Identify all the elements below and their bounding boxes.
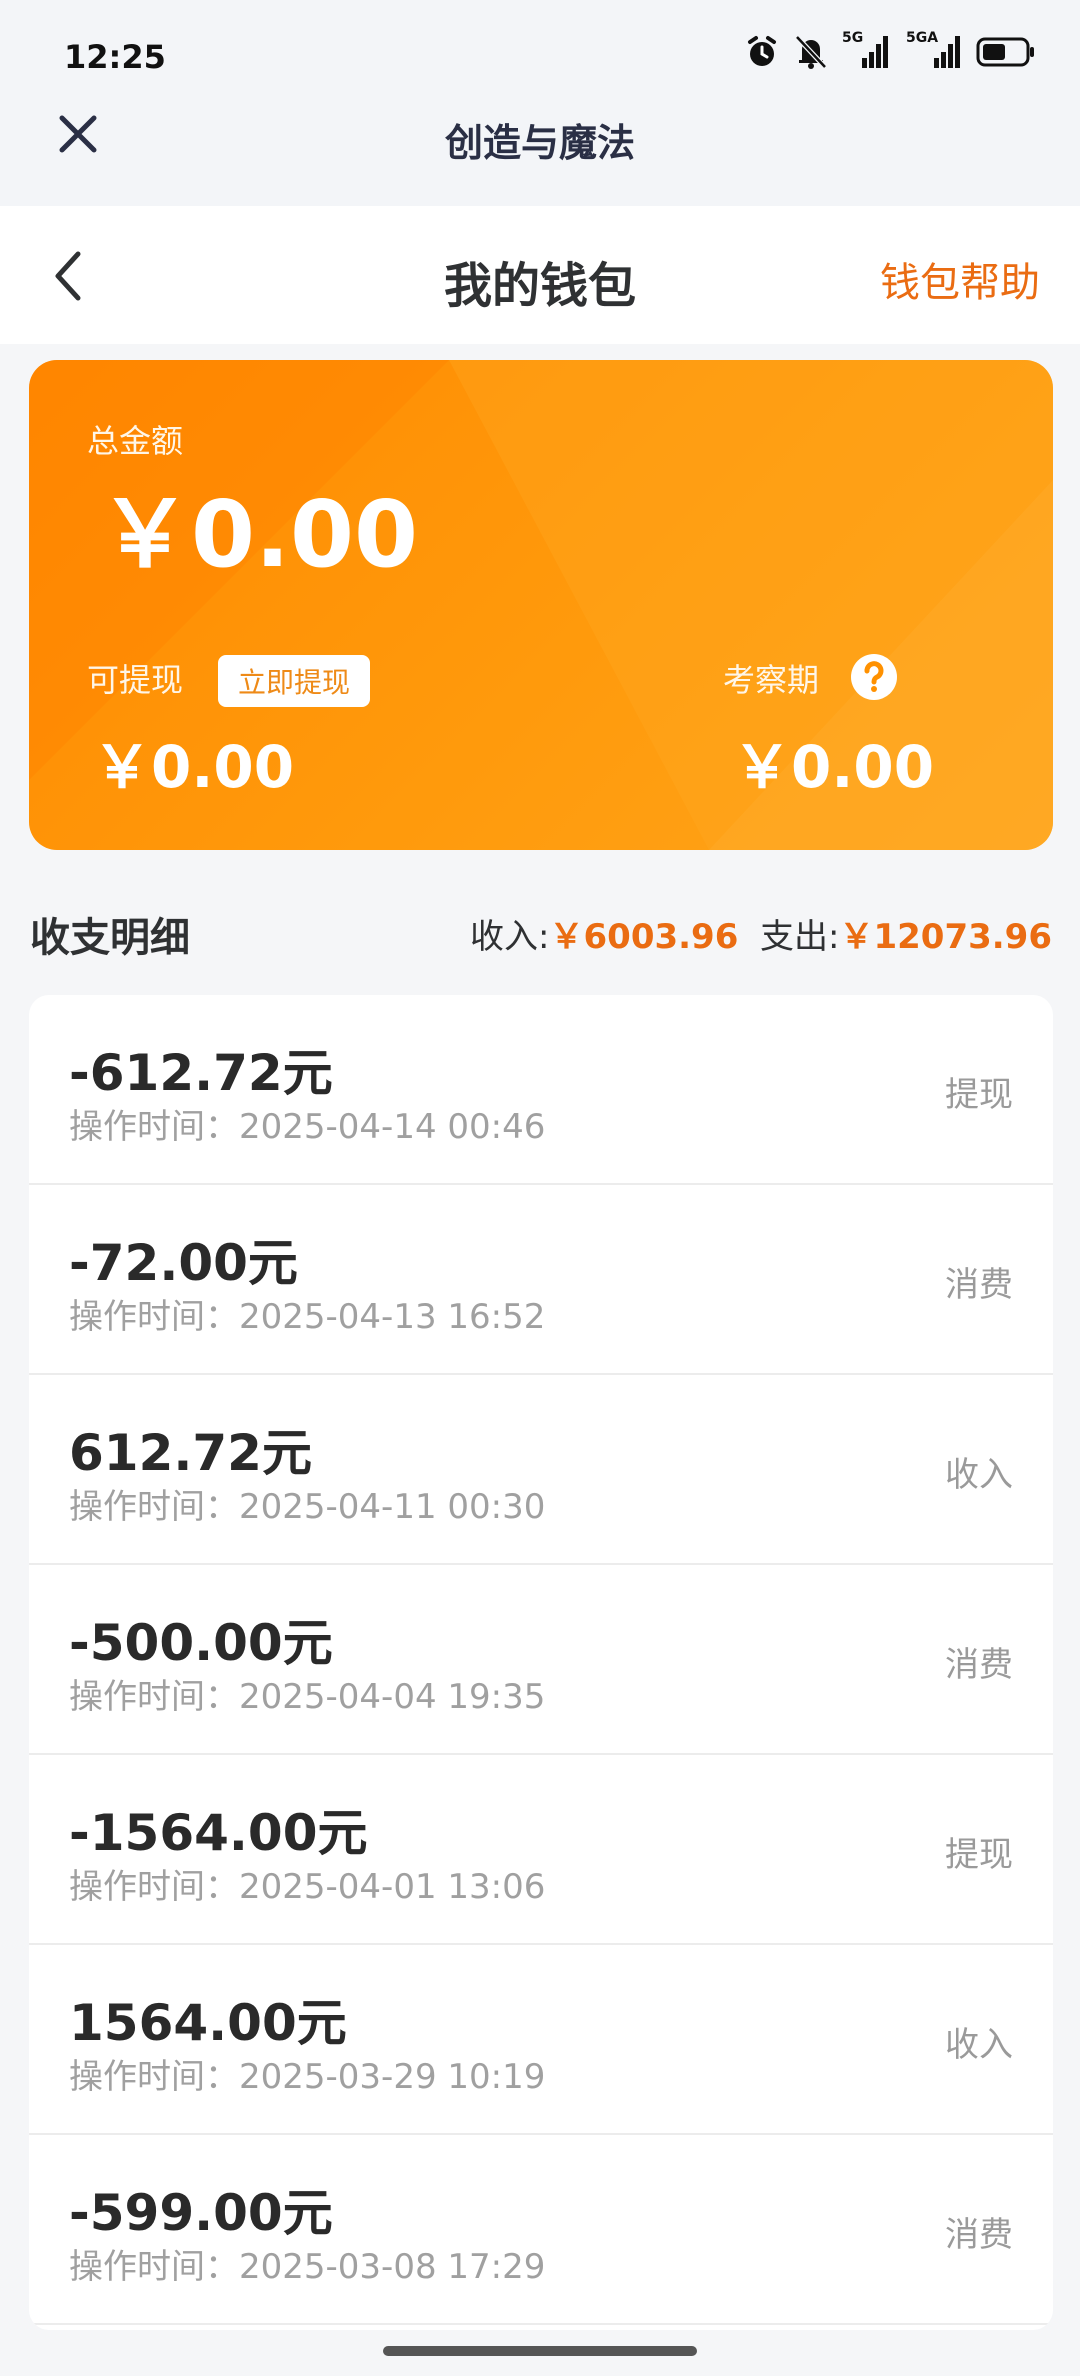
transaction-row[interactable]: -599.00元 操作时间：2025-03-08 17:29 消费 [29, 2135, 1053, 2325]
transaction-time: 操作时间：2025-04-13 16:52 [69, 1297, 546, 1337]
battery-icon [976, 37, 1034, 67]
bell-muted-icon [795, 35, 827, 69]
transaction-row[interactable]: -612.72元 操作时间：2025-04-14 00:46 提现 [29, 995, 1053, 1185]
transaction-time: 操作时间：2025-03-08 17:29 [69, 2247, 546, 2287]
transaction-row[interactable]: -500.00元 操作时间：2025-04-04 19:35 消费 [29, 1565, 1053, 1755]
transaction-type: 提现 [945, 1075, 1013, 1115]
alarm-icon [748, 36, 776, 66]
transaction-type: 消费 [945, 2215, 1013, 2255]
income-label: 收入: [470, 917, 550, 957]
transaction-amount: -599.00元 [69, 2184, 333, 2242]
transaction-amount: 612.72元 [69, 1424, 312, 1482]
summary-row: 收支明细 收入:￥6003.96 支出:￥12073.96 [0, 905, 1080, 965]
transaction-time: 操作时间：2025-04-14 00:46 [69, 1107, 546, 1147]
income-amount: ￥6003.96 [549, 917, 739, 957]
review-period-label: 考察期 [723, 661, 820, 699]
signal-5ga-icon: 5GA [902, 30, 962, 70]
transaction-time: 操作时间：2025-04-11 00:30 [69, 1487, 546, 1527]
expense-label: 支出: [760, 917, 840, 957]
transaction-amount: -500.00元 [69, 1614, 333, 1672]
mini-app-title: 创造与魔法 [444, 121, 635, 165]
income-expense-summary: 收入:￥6003.96 支出:￥12073.96 [470, 909, 1052, 958]
total-amount: ￥0.00 [99, 481, 418, 588]
transaction-type: 收入 [945, 1455, 1013, 1495]
transaction-type: 收入 [945, 2025, 1013, 2065]
withdraw-now-button[interactable]: 立即提现 [218, 655, 370, 707]
transaction-type: 提现 [945, 1835, 1013, 1875]
question-icon[interactable] [849, 652, 899, 702]
withdrawable-amount: ￥0.00 [93, 733, 295, 801]
transaction-type: 消费 [945, 1265, 1013, 1305]
expense-amount: ￥12073.96 [839, 917, 1052, 957]
status-time: 12:25 [64, 38, 166, 76]
wallet-help-link[interactable]: 钱包帮助 [880, 250, 1040, 308]
total-amount-label: 总金额 [87, 422, 184, 460]
wallet-card: 总金额 ￥0.00 可提现 立即提现 ￥0.00 考察期 ￥0.00 [29, 360, 1053, 850]
transaction-time: 操作时间：2025-03-29 10:19 [69, 2057, 546, 2097]
transaction-row[interactable]: 612.72元 操作时间：2025-04-11 00:30 收入 [29, 1375, 1053, 1565]
transaction-time: 操作时间：2025-04-01 13:06 [69, 1867, 546, 1907]
withdrawable-label: 可提现 [87, 661, 184, 699]
home-indicator[interactable] [383, 2346, 697, 2356]
signal-5g-icon: 5G [842, 30, 888, 70]
status-icons: 5G 5GA [744, 30, 1036, 70]
transaction-amount: 1564.00元 [69, 1994, 347, 2052]
transaction-list: -612.72元 操作时间：2025-04-14 00:46 提现 -72.00… [29, 995, 1053, 2330]
transaction-row[interactable]: -1564.00元 操作时间：2025-04-01 13:06 提现 [29, 1755, 1053, 1945]
transaction-row[interactable]: 1564.00元 操作时间：2025-03-29 10:19 收入 [29, 1945, 1053, 2135]
section-title: 收支明细 [30, 915, 190, 961]
transaction-type: 消费 [945, 1645, 1013, 1685]
transaction-amount: -612.72元 [69, 1044, 333, 1102]
transaction-time: 操作时间：2025-04-04 19:35 [69, 1677, 546, 1717]
review-period-amount: ￥0.00 [733, 733, 935, 801]
transaction-amount: -72.00元 [69, 1234, 298, 1292]
transaction-amount: -1564.00元 [69, 1804, 368, 1862]
transaction-row[interactable]: -72.00元 操作时间：2025-04-13 16:52 消费 [29, 1185, 1053, 1375]
